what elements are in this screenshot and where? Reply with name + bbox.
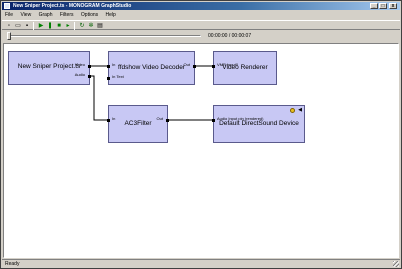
toolbar: ▫ ▭ ▪ ▶ ❚ ■ ▸ ↻ ✲ ▤: [2, 20, 400, 30]
filter-ac3[interactable]: AC3Filter In Out: [107, 105, 169, 143]
app-icon: [4, 3, 10, 9]
pin-video-out-connector[interactable]: [88, 65, 91, 68]
pin-decoder-in-text-connector[interactable]: [107, 77, 110, 80]
pin-video-out: Video: [74, 62, 85, 67]
pin-renderer-in: VMR Input0: [217, 62, 239, 67]
new-icon[interactable]: ▫: [5, 22, 13, 30]
pin-decoder-in: In: [112, 62, 116, 67]
settings-icon[interactable]: ✲: [87, 22, 95, 30]
maximize-button[interactable]: □: [379, 3, 387, 9]
resize-grip[interactable]: [393, 261, 399, 267]
status-text: Ready: [5, 261, 20, 267]
graph-icon[interactable]: ▤: [96, 22, 104, 30]
window-title: New Sniper Project.ts - MONOGRAM GraphSt…: [13, 3, 132, 9]
wire-audio: [90, 75, 108, 121]
pin-ac3-out-connector[interactable]: [166, 119, 169, 122]
filter-decoder[interactable]: ffdshow Video Decoder In In Text Out: [107, 51, 196, 85]
pin-ac3-out: Out: [156, 116, 163, 121]
open-icon[interactable]: ▭: [14, 22, 22, 30]
pin-decoder-in-text: In Text: [112, 74, 124, 79]
menu-file[interactable]: File: [2, 11, 16, 19]
filter-source[interactable]: New Sniper Project.ts Video Audio: [8, 51, 91, 85]
filter-renderer[interactable]: Video Renderer VMR Input0: [212, 51, 277, 85]
status-bar: Ready: [2, 259, 400, 268]
toolbar-separator: [33, 22, 34, 30]
menu-graph[interactable]: Graph: [36, 11, 56, 19]
toolbar-separator: [74, 22, 75, 30]
pin-renderer-in-connector[interactable]: [212, 65, 215, 68]
pin-ac3-in-connector[interactable]: [107, 119, 110, 122]
menu-options[interactable]: Options: [78, 11, 101, 19]
pin-ac3-in: In: [112, 116, 116, 121]
pin-decoder-out: Out: [183, 62, 190, 67]
pin-sound-in-connector[interactable]: [212, 119, 215, 122]
pin-sound-in: Audio Input pin (rendered): [217, 116, 264, 121]
save-icon[interactable]: ▪: [23, 22, 31, 30]
app-window: New Sniper Project.ts - MONOGRAM GraphSt…: [0, 0, 402, 269]
minimize-button[interactable]: _: [370, 3, 378, 9]
menu-view[interactable]: View: [17, 11, 34, 19]
stop-icon[interactable]: ■: [55, 22, 63, 30]
seek-thumb[interactable]: [7, 32, 11, 40]
close-button[interactable]: x: [389, 3, 397, 9]
step-icon[interactable]: ▸: [64, 22, 72, 30]
pin-audio-out: Audio: [74, 72, 85, 77]
menu-bar: File View Graph Filters Options Help: [2, 11, 400, 19]
menu-filters[interactable]: Filters: [57, 11, 77, 19]
filter-sound[interactable]: Default DirectSound Device Audio Input p…: [212, 105, 305, 143]
filter-decoder-name: ffdshow Video Decoder: [118, 64, 185, 71]
title-bar[interactable]: New Sniper Project.ts - MONOGRAM GraphSt…: [2, 2, 400, 10]
time-readout: 00:00:00 / 00:00:07: [208, 33, 252, 39]
pin-decoder-out-connector[interactable]: [193, 65, 196, 68]
seek-bar: 00:00:00 / 00:00:07: [2, 31, 400, 41]
graph-canvas[interactable]: New Sniper Project.ts Video Audio ffdsho…: [3, 43, 399, 258]
menu-help[interactable]: Help: [103, 11, 119, 19]
filter-sound-name: Default DirectSound Device: [219, 120, 299, 127]
clock-icon: [290, 108, 295, 113]
speaker-icon: ◀: [298, 107, 302, 113]
pause-icon[interactable]: ❚: [46, 22, 54, 30]
seek-track[interactable]: [9, 35, 201, 37]
refresh-icon[interactable]: ↻: [78, 22, 86, 30]
play-icon[interactable]: ▶: [37, 22, 45, 30]
pin-audio-out-connector[interactable]: [88, 75, 91, 78]
filter-ac3-name: AC3Filter: [124, 120, 152, 127]
pin-decoder-in-connector[interactable]: [107, 65, 110, 68]
